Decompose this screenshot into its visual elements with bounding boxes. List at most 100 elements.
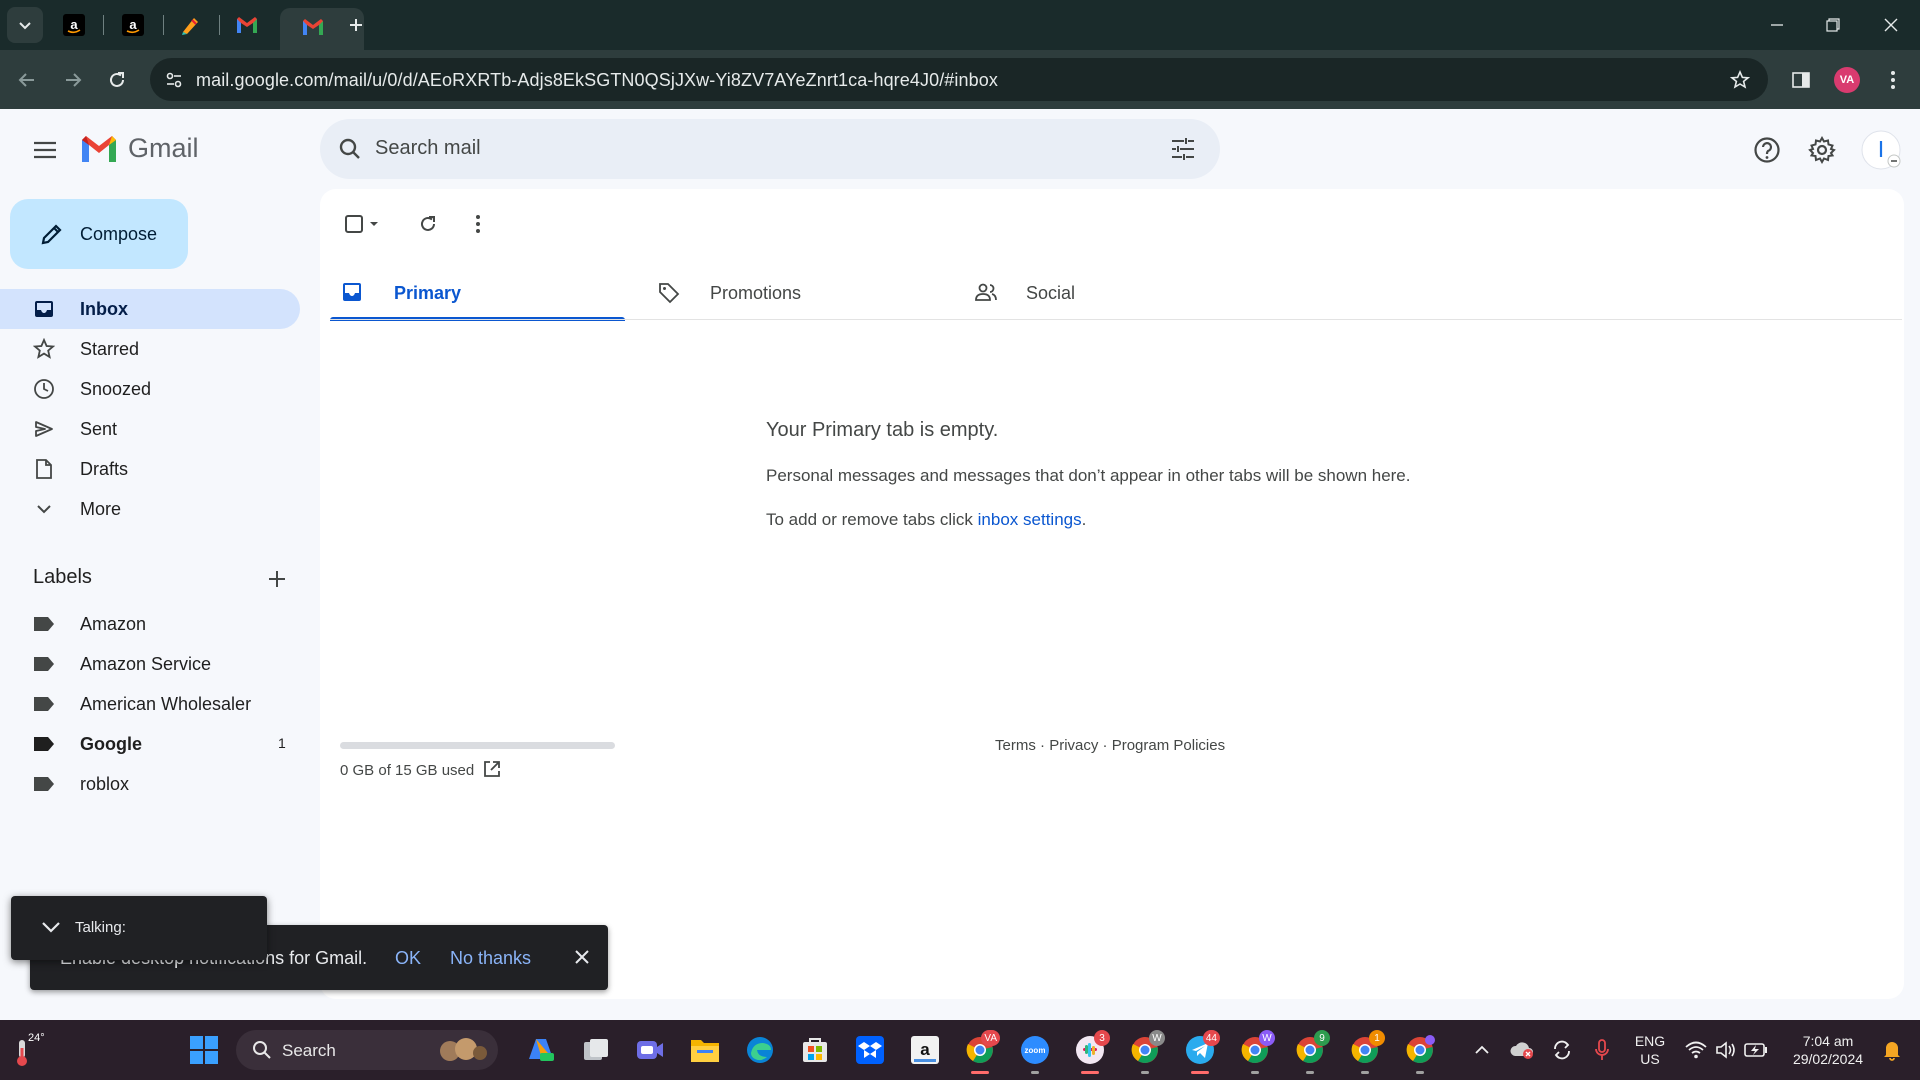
tab-promotions[interactable]: Promotions — [646, 267, 941, 319]
tab-amazon-2[interactable]: a — [115, 7, 151, 43]
start-button[interactable] — [184, 1030, 224, 1070]
storage-bar — [340, 742, 615, 749]
weather-widget[interactable]: 24° — [12, 1032, 52, 1072]
tab-social[interactable]: Social — [962, 267, 1257, 319]
show-hidden-icons-button[interactable] — [1462, 1030, 1502, 1070]
taskbar-dropbox[interactable] — [850, 1030, 890, 1070]
nav-label: More — [80, 499, 122, 519]
taskbar-chrome-1[interactable]: VA — [960, 1030, 1000, 1074]
tab-gmail-1[interactable] — [229, 7, 265, 43]
active-app-indicator — [1081, 1071, 1099, 1074]
no-thanks-button[interactable]: No thanks — [450, 948, 531, 969]
nav-more[interactable]: More — [0, 489, 300, 529]
address-bar[interactable]: mail.google.com/mail/u/0/d/AEoRXRTb-Adjs… — [150, 58, 1768, 101]
close-window-button[interactable] — [1871, 10, 1911, 40]
label-name: Amazon Service — [80, 654, 212, 674]
nav-inbox[interactable]: Inbox — [0, 289, 300, 329]
clock[interactable]: 7:04 am 29/02/2024 — [1776, 1032, 1880, 1068]
terms-link[interactable]: Terms — [995, 737, 1036, 754]
create-label-button[interactable] — [262, 564, 292, 594]
forward-button[interactable] — [57, 64, 89, 96]
gmail-logo-icon — [82, 135, 116, 162]
arrow-right-icon — [66, 73, 82, 87]
taskbar-telegram[interactable]: 44 — [1180, 1030, 1220, 1074]
open-external-icon — [484, 761, 500, 777]
tray-microphone[interactable] — [1582, 1030, 1622, 1070]
ok-button[interactable]: OK — [395, 948, 421, 969]
settings-button[interactable] — [1801, 129, 1843, 171]
tab-primary[interactable]: Primary — [330, 267, 625, 321]
nav-drafts[interactable]: Drafts — [0, 449, 300, 489]
nav-snoozed[interactable]: Snoozed — [0, 369, 300, 409]
browser-menu-button[interactable] — [1877, 64, 1909, 96]
taskbar-chrome-2[interactable]: W — [1125, 1030, 1165, 1074]
clock-date: 29/02/2024 — [1792, 1051, 1864, 1067]
talking-label: Talking: — [75, 919, 126, 936]
tab-zapier[interactable] — [172, 7, 208, 43]
star-icon[interactable] — [1730, 70, 1750, 90]
inbox-settings-link[interactable]: inbox settings — [978, 510, 1082, 529]
profile-button[interactable]: VA — [1831, 64, 1863, 96]
privacy-link[interactable]: Privacy — [1049, 737, 1098, 754]
reload-button[interactable] — [101, 64, 133, 96]
search-bar[interactable]: Search mail — [320, 119, 1220, 179]
label-american-wholesaler[interactable]: American Wholesaler — [0, 684, 300, 724]
taskbar-edge[interactable] — [740, 1030, 780, 1070]
taskbar-chrome-3[interactable]: W — [1235, 1030, 1275, 1074]
taskbar-file-explorer[interactable] — [685, 1030, 725, 1070]
taskbar-copilot[interactable] — [521, 1030, 561, 1070]
search-input[interactable]: Search mail — [375, 137, 481, 160]
tray-sync[interactable] — [1542, 1030, 1582, 1070]
draft-icon — [33, 458, 55, 480]
taskbar-amazon[interactable]: a — [905, 1030, 945, 1070]
program-policies-link[interactable]: Program Policies — [1112, 737, 1225, 754]
taskbar-store[interactable] — [795, 1030, 835, 1070]
clock-time: 7:04 am — [1802, 1033, 1854, 1049]
input-language[interactable]: ENG US — [1628, 1032, 1672, 1068]
taskbar-search[interactable]: Search — [236, 1030, 498, 1070]
nav-starred[interactable]: Starred — [0, 329, 300, 369]
new-tab-button[interactable] — [338, 7, 374, 43]
taskbar-chrome-6[interactable] — [1400, 1030, 1440, 1074]
support-button[interactable] — [1746, 129, 1788, 171]
taskbar-badge: 44 — [1202, 1030, 1220, 1046]
gmail-logo[interactable]: Gmail — [80, 133, 199, 164]
tab-search-button[interactable] — [7, 7, 43, 43]
tray-onedrive[interactable] — [1502, 1030, 1542, 1070]
tray-battery[interactable] — [1736, 1030, 1776, 1070]
back-button[interactable] — [11, 64, 43, 96]
compose-button[interactable]: Compose — [10, 199, 188, 269]
more-actions-button[interactable] — [460, 206, 496, 242]
notification-center-button[interactable] — [1872, 1030, 1912, 1070]
taskbar-slack[interactable]: 3 — [1070, 1030, 1110, 1074]
close-notification-button[interactable] — [570, 945, 594, 969]
active-app-indicator — [1191, 1071, 1209, 1074]
restore-button[interactable] — [1813, 10, 1853, 40]
taskbar-zoom[interactable]: zoom — [1015, 1030, 1055, 1074]
talking-indicator[interactable]: Talking: — [11, 896, 267, 960]
taskbar-teams[interactable] — [630, 1030, 670, 1070]
pencil-app-icon — [182, 18, 198, 35]
taskbar-chrome-5[interactable]: 1 — [1345, 1030, 1385, 1074]
tab-amazon-1[interactable]: a — [56, 7, 92, 43]
tab-label: Promotions — [710, 283, 802, 303]
select-checkbox[interactable] — [340, 206, 390, 242]
label-amazon[interactable]: Amazon — [0, 604, 300, 644]
nav-sent[interactable]: Sent — [0, 409, 300, 449]
label-roblox[interactable]: roblox — [0, 764, 300, 804]
label-google[interactable]: Google 1 — [0, 724, 300, 764]
tab-separator — [219, 15, 220, 35]
footer-links: Terms · Privacy · Program Policies — [995, 737, 1225, 754]
taskbar-chrome-4[interactable]: 9 — [1290, 1030, 1330, 1074]
taskbar-task-view[interactable] — [576, 1030, 616, 1070]
label-amazon-service[interactable]: Amazon Service — [0, 644, 300, 684]
minimize-button[interactable] — [1757, 10, 1797, 40]
gmail-icon — [303, 19, 323, 35]
main-menu-button[interactable] — [24, 129, 66, 171]
refresh-button[interactable] — [410, 206, 446, 242]
account-button[interactable] — [1860, 129, 1902, 171]
side-panel-button[interactable] — [1785, 64, 1817, 96]
manage-storage-button[interactable] — [482, 759, 502, 779]
dropbox-icon — [856, 1036, 884, 1064]
search-options-icon[interactable] — [1170, 137, 1196, 161]
